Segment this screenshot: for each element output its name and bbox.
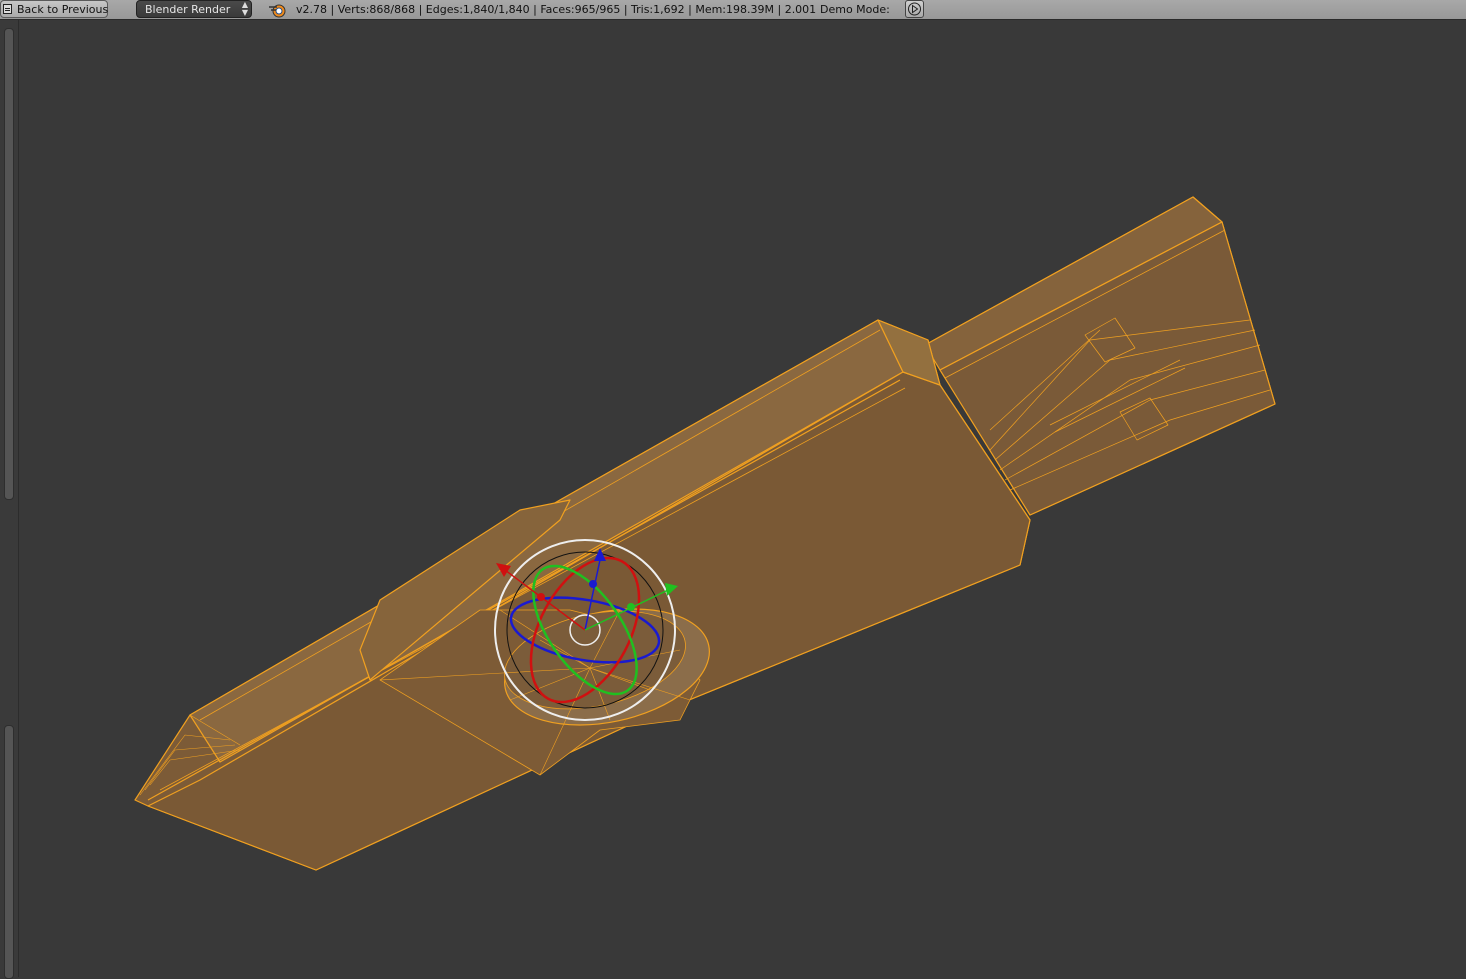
scrollbar-upper[interactable] <box>4 28 14 500</box>
info-header: Back to Previous Blender Render ▲ ▼ v2.78… <box>0 0 1466 20</box>
back-to-previous-button[interactable]: Back to Previous <box>0 0 108 18</box>
back-to-previous-label: Back to Previous <box>17 3 109 16</box>
demo-mode-label: Demo Mode: <box>820 3 890 16</box>
3d-viewport[interactable] <box>19 20 1466 977</box>
blender-logo-icon <box>269 4 286 18</box>
mesh-scene <box>134 196 1276 871</box>
knife-mesh <box>134 196 1276 871</box>
play-icon <box>908 2 921 16</box>
scrollbar-lower[interactable] <box>4 725 14 979</box>
render-engine-dropdown[interactable]: Blender Render ▲ ▼ <box>136 0 252 18</box>
dropdown-arrows-icon: ▲ ▼ <box>241 0 248 17</box>
render-engine-value: Blender Render <box>145 3 231 16</box>
back-icon <box>3 4 12 14</box>
toolshelf-edge <box>0 20 19 979</box>
demo-play-button[interactable] <box>905 0 924 18</box>
scene-statistics: v2.78 | Verts:868/868 | Edges:1,840/1,84… <box>296 3 817 16</box>
